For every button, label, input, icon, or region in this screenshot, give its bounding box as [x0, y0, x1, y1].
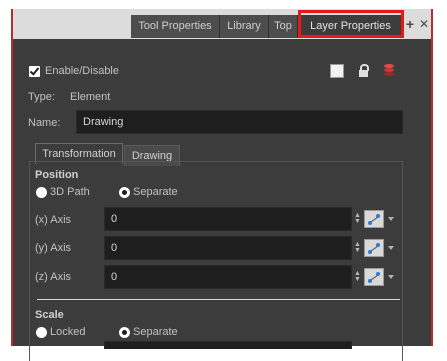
- name-field[interactable]: Drawing: [76, 110, 403, 134]
- enable-label: Enable/Disable: [45, 65, 119, 77]
- radio-scale-locked-label: Locked: [50, 326, 86, 338]
- x-axis-label: (x) Axis: [35, 214, 72, 226]
- checkmark-icon: [29, 65, 40, 76]
- x-axis-field[interactable]: 0: [104, 207, 352, 231]
- layer-properties-window: Tool Properties Library Top Layer Proper…: [11, 9, 433, 361]
- position-section-title: Position: [35, 169, 79, 181]
- layer-stack-icon[interactable]: [383, 63, 395, 78]
- radio-scale-locked[interactable]: [36, 327, 47, 338]
- y-axis-stepper[interactable]: ▲ ▼: [354, 241, 361, 254]
- x-axis-dropdown-icon[interactable]: [388, 217, 394, 221]
- layer-properties-panel: Enable/Disable Type: Element Name: Drawi…: [13, 39, 431, 361]
- layer-color-swatch[interactable]: [330, 64, 344, 78]
- y-axis-function-button[interactable]: [364, 239, 384, 257]
- radio-3d-path-label: 3D Path: [50, 186, 90, 198]
- close-icon[interactable]: ✕: [417, 17, 431, 31]
- add-tab-icon[interactable]: +: [403, 17, 417, 31]
- name-label: Name:: [28, 117, 61, 129]
- radio-position-separate[interactable]: [119, 187, 130, 198]
- z-axis-label: (z) Axis: [35, 271, 72, 283]
- tab-tool-properties[interactable]: Tool Properties: [131, 15, 220, 38]
- tab-top[interactable]: Top: [269, 15, 298, 38]
- type-value: Element: [70, 91, 111, 103]
- z-axis-function-button[interactable]: [364, 268, 384, 286]
- y-axis-label: (y) Axis: [35, 242, 72, 254]
- enable-checkbox[interactable]: [29, 65, 40, 77]
- scale-field-partial[interactable]: [104, 341, 352, 349]
- scale-section-title: Scale: [35, 309, 64, 321]
- type-label: Type:: [28, 91, 55, 103]
- tab-bar: Tool Properties Library Top Layer Proper…: [13, 9, 431, 39]
- z-axis-field[interactable]: 0: [104, 265, 352, 289]
- z-axis-dropdown-icon[interactable]: [388, 275, 394, 279]
- x-axis-function-button[interactable]: [364, 210, 384, 228]
- radio-3d-path[interactable]: [36, 187, 47, 198]
- tab-layer-properties[interactable]: Layer Properties: [298, 15, 404, 38]
- section-divider: [37, 299, 400, 300]
- radio-position-separate-label: Separate: [133, 186, 178, 198]
- y-axis-dropdown-icon[interactable]: [388, 246, 394, 250]
- z-axis-stepper[interactable]: ▲ ▼: [354, 270, 361, 283]
- y-axis-field[interactable]: 0: [104, 236, 352, 260]
- lock-icon[interactable]: [358, 64, 369, 78]
- radio-scale-separate[interactable]: [119, 327, 130, 338]
- tab-library[interactable]: Library: [220, 15, 269, 38]
- x-axis-stepper[interactable]: ▲ ▼: [354, 212, 361, 225]
- radio-scale-separate-label: Separate: [133, 326, 178, 338]
